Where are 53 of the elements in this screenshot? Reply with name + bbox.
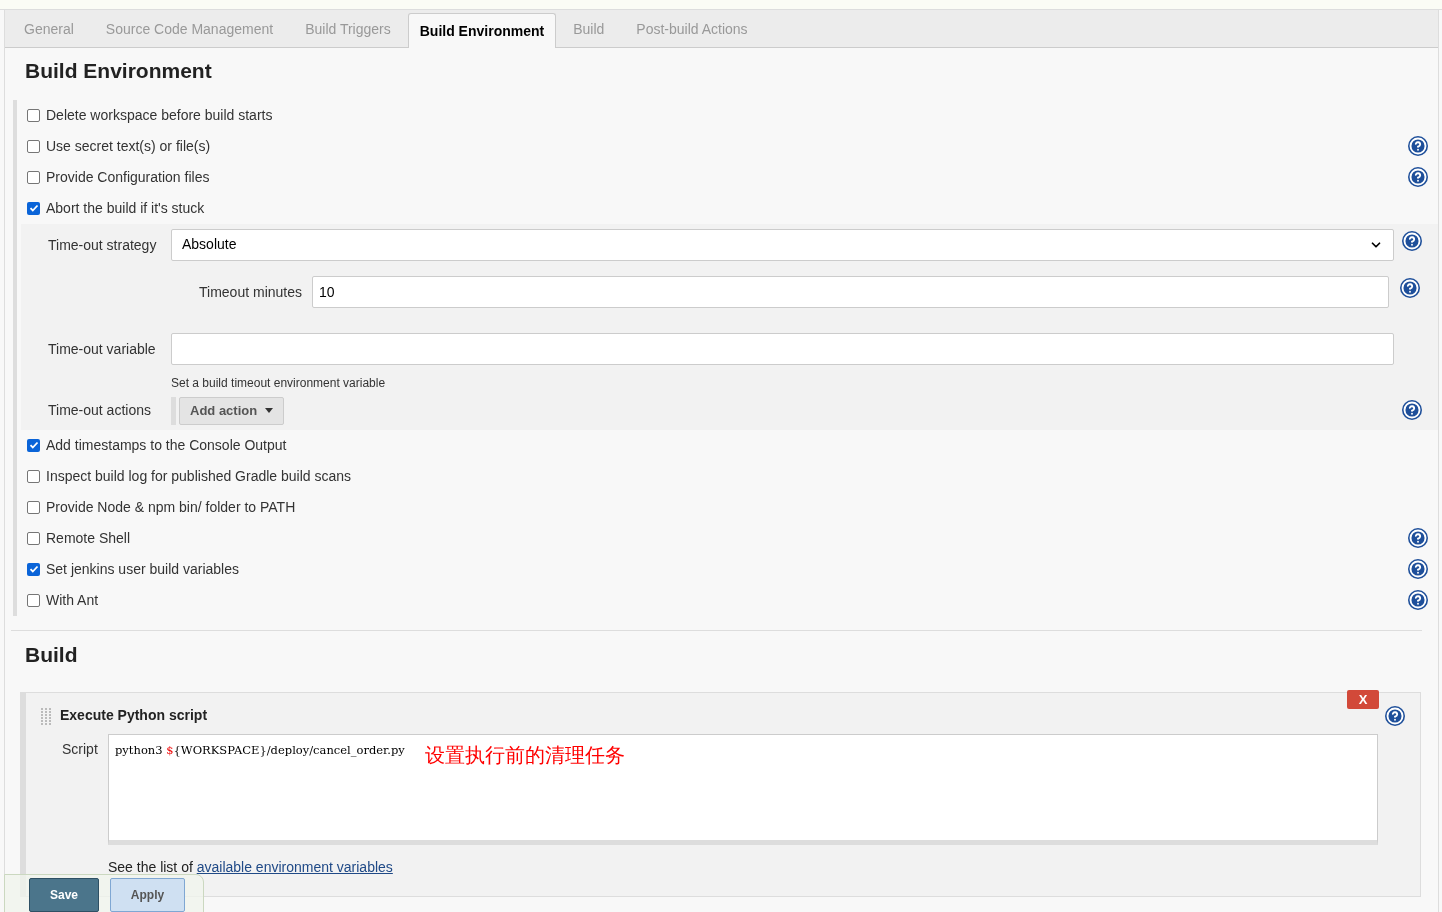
checkbox[interactable] [27, 562, 40, 576]
checkbox[interactable] [27, 469, 40, 483]
script-field[interactable]: python3 ${WORKSPACE}/deploy/cancel_order.py 设置执行前的清理任务 [108, 734, 1378, 845]
option-label: Abort the build if it's stuck [46, 198, 206, 218]
section-title: Build Environment [25, 58, 213, 84]
field-label: Time-out variable [47, 339, 157, 359]
timeout-minutes-field[interactable]: 10 [312, 275, 1389, 308]
environment-variables-link[interactable]: available environment variables [196, 859, 393, 875]
help-note: See the list of available environment variables [108, 859, 393, 875]
save-button[interactable]: Save [29, 878, 99, 912]
option-label: With Ant [46, 590, 100, 610]
field-hint: Set a build timeout environment variable [171, 374, 387, 392]
section-title: Build [25, 641, 79, 668]
step-title: Execute Python script [60, 706, 209, 725]
option-label: Provide Node & npm bin/ folder to PATH [46, 497, 297, 517]
help-icon[interactable] [1385, 705, 1405, 726]
help-icon[interactable] [1408, 136, 1428, 156]
script-text: python3 ${WORKSPACE}/deploy/cancel_order.py [115, 742, 405, 759]
help-icon[interactable] [1408, 559, 1428, 579]
option-label: Use secret text(s) or file(s) [46, 136, 212, 156]
option-label: Inspect build log for published Gradle build scans [46, 466, 353, 486]
help-icon[interactable] [1402, 399, 1422, 420]
tab[interactable]: Build Environment [407, 13, 557, 48]
help-icon[interactable] [1408, 590, 1428, 610]
checkbox[interactable] [27, 531, 40, 545]
checkbox[interactable] [27, 139, 40, 153]
timeout-variable-field[interactable] [171, 332, 1394, 365]
annotation-text: 设置执行前的清理任务 [424, 743, 625, 768]
option-label: Delete workspace before build starts [46, 105, 274, 125]
help-icon[interactable] [1399, 277, 1420, 298]
checkbox[interactable] [27, 593, 40, 607]
field-label: Time-out actions [47, 401, 152, 420]
checkbox[interactable] [27, 500, 40, 514]
checkbox[interactable] [27, 438, 40, 452]
field-label: Script [62, 740, 99, 759]
field-label: Timeout minutes [198, 282, 303, 302]
caret-icon [265, 408, 274, 413]
option-label: Provide Configuration files [46, 167, 211, 187]
help-icon[interactable] [1408, 167, 1428, 187]
option-label: Remote Shell [46, 528, 132, 548]
checkbox[interactable] [27, 108, 40, 122]
delete-step-button[interactable]: X [1347, 690, 1379, 709]
drag-handle-icon[interactable] [40, 706, 52, 725]
help-icon[interactable] [1408, 528, 1428, 548]
checkbox[interactable] [27, 170, 40, 184]
option-label: Set jenkins user build variables [46, 559, 240, 579]
apply-button[interactable]: Apply [110, 878, 185, 912]
add-action-button[interactable]: Add action [179, 396, 285, 425]
timeout-strategy-select[interactable]: Absolute [171, 228, 1394, 261]
help-icon[interactable] [1402, 230, 1422, 251]
option-label: Add timestamps to the Console Output [46, 435, 288, 455]
field-label: Time-out strategy [47, 235, 158, 255]
checkbox[interactable] [27, 201, 40, 215]
